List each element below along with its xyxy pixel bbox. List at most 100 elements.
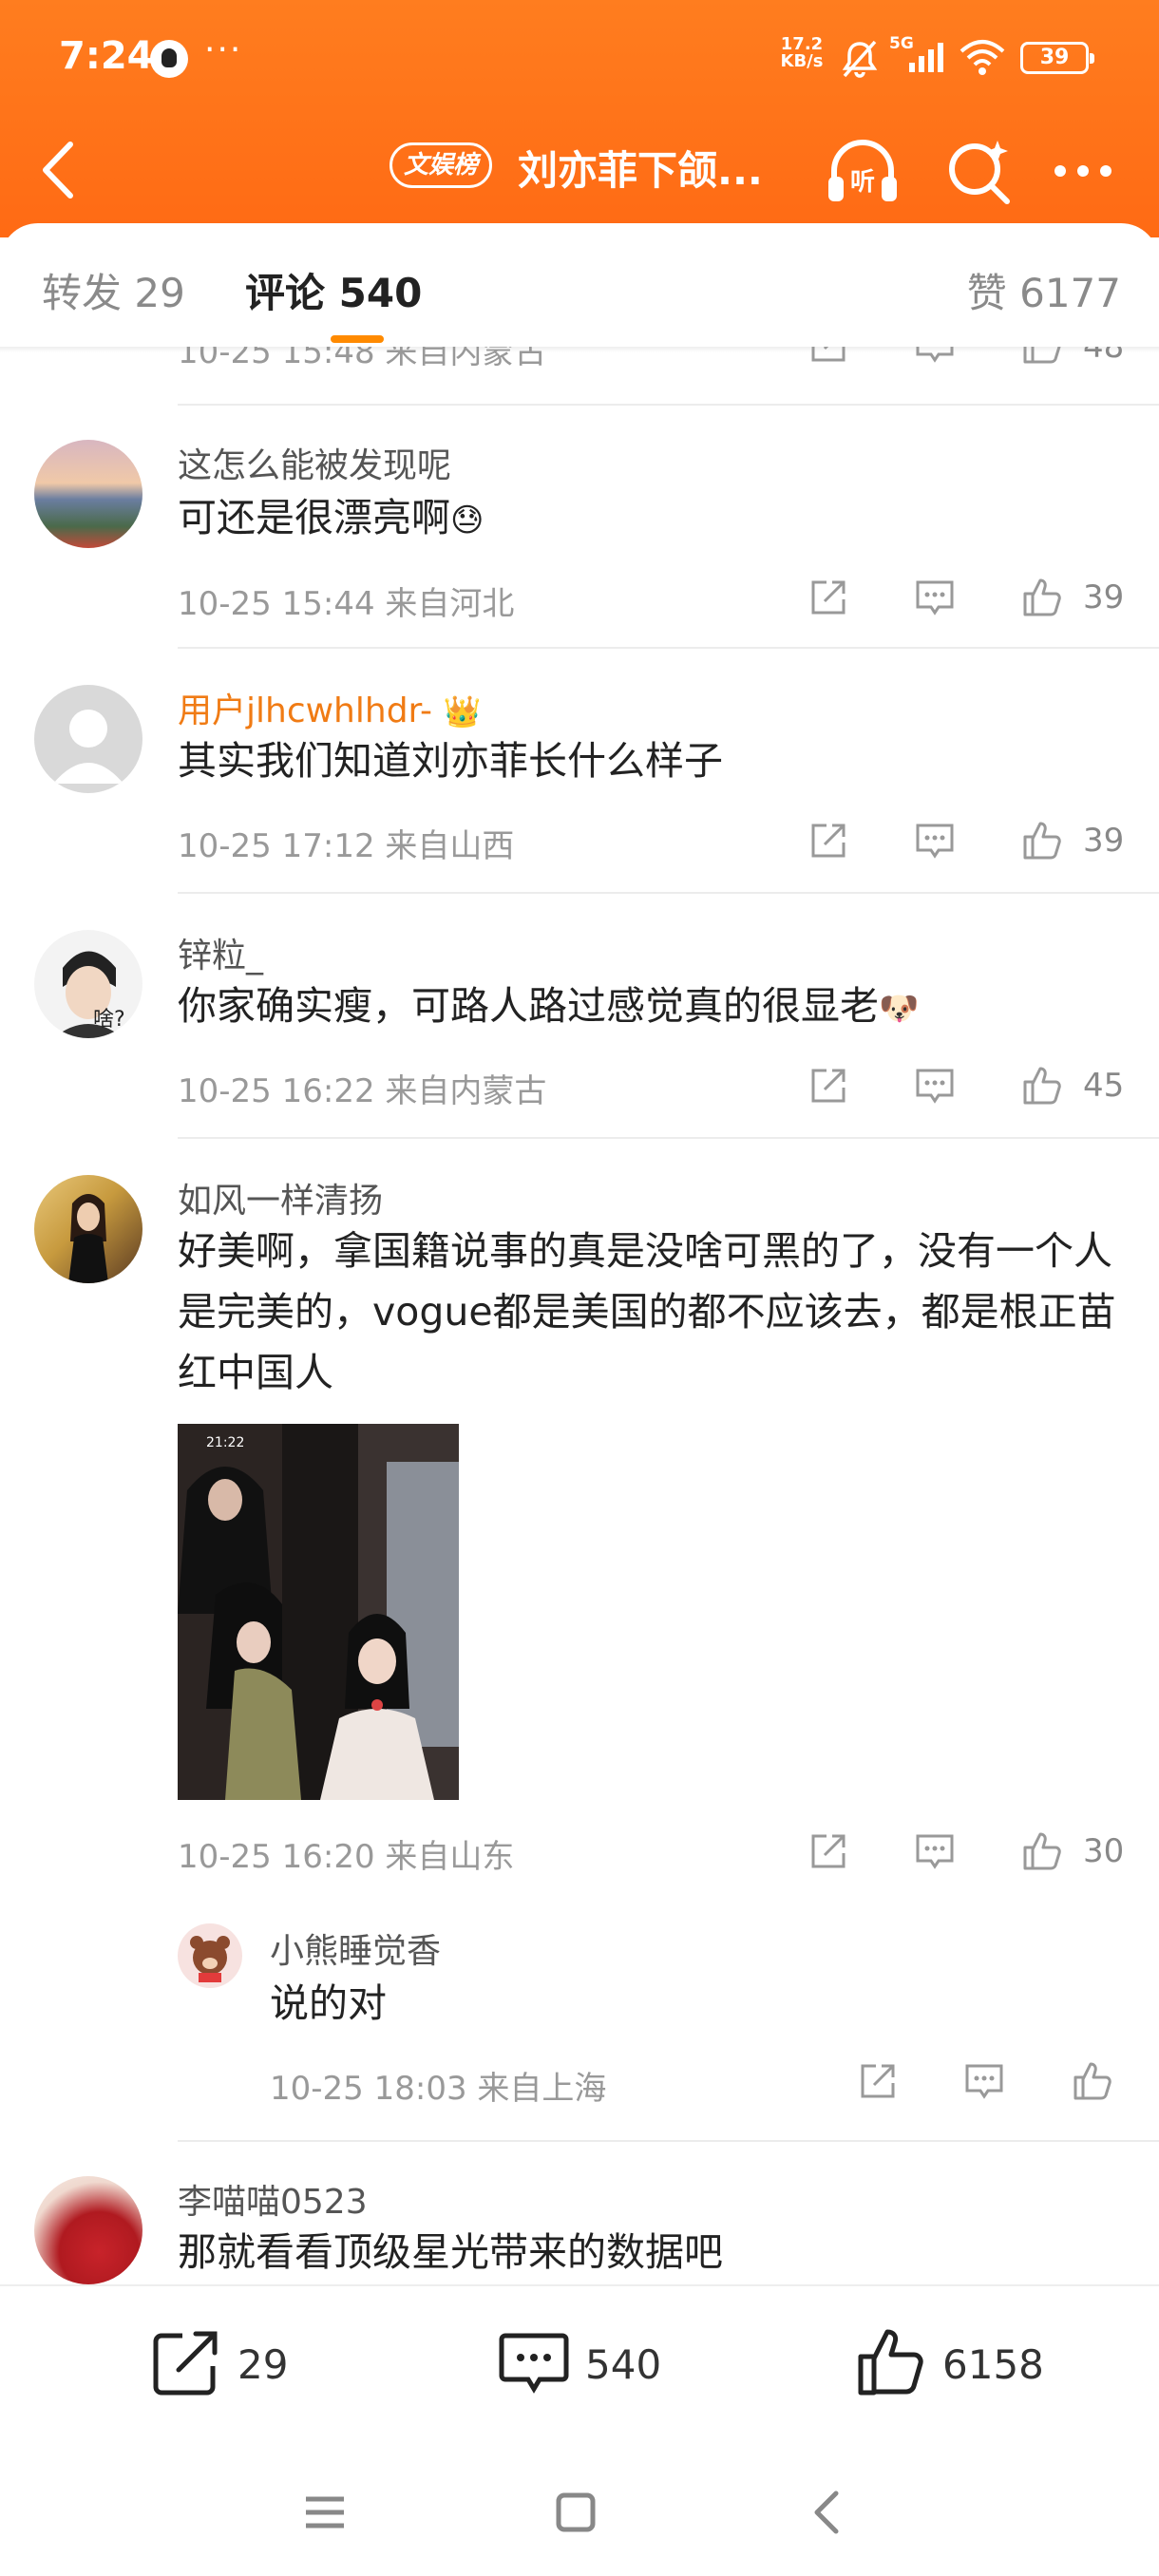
like-button[interactable]: 6158 — [853, 2324, 1081, 2410]
share-icon[interactable] — [806, 347, 851, 368]
system-nav-bar — [0, 2446, 1159, 2576]
comment-icon[interactable] — [912, 818, 958, 863]
avatar[interactable] — [34, 440, 142, 548]
like-total-count: 6158 — [942, 2341, 1044, 2388]
comment-bubble-icon — [499, 2333, 569, 2394]
comment-username[interactable]: 如风一样清扬 — [178, 1173, 383, 1222]
comment-meta: 10-25 16:22 来自内蒙古 — [178, 1072, 547, 1110]
comment-text: 好美啊，拿国籍说事的真是没啥可黑的了，没有一个人是完美的，vogue都是美国的都… — [178, 1228, 1116, 1395]
more-options-icon[interactable] — [1045, 133, 1121, 209]
comment-image[interactable]: 21:22 — [178, 1424, 459, 1800]
emoji-doge-icon: 🐶 — [879, 990, 920, 1028]
back-arrow-icon[interactable] — [36, 135, 84, 205]
tab-likes[interactable]: 赞 6177 — [967, 261, 1121, 319]
comment-username[interactable]: 用户jlhcwhlhdr- 👑 — [178, 683, 481, 732]
like-icon[interactable] — [1019, 818, 1065, 863]
divider — [178, 647, 1159, 649]
comment-username[interactable]: 锌粒_ — [178, 928, 263, 977]
status-time: 7:24 — [59, 34, 154, 78]
comment-icon[interactable] — [961, 2058, 1007, 2104]
share-icon[interactable] — [806, 1828, 851, 1874]
comment-username[interactable]: 李喵喵0523 — [178, 2174, 368, 2224]
back-icon[interactable] — [800, 2484, 857, 2541]
thumbs-up-icon — [858, 2329, 923, 2396]
image-status-time: 21:22 — [206, 1435, 245, 1450]
reply-text: 说的对 — [270, 1980, 387, 2026]
divider — [178, 1137, 1159, 1139]
avatar[interactable] — [34, 2176, 142, 2284]
top-header: 7:24 ··· 17.2 KB/s 5G 39 文娱榜 刘亦菲下颌... 听 — [0, 0, 1159, 237]
avatar[interactable]: 啥? — [34, 930, 142, 1038]
comment-list: 10-25 15:48 来自内蒙古 48 这怎么能被发现呢 可还是很漂亮啊😓 1… — [0, 347, 1159, 2284]
network-speed-unit: KB/s — [780, 51, 824, 71]
avatar-drawing — [53, 951, 124, 1038]
menu-icon[interactable] — [296, 2484, 353, 2541]
qq-notification-icon — [150, 40, 188, 78]
status-bar: 7:24 ··· 17.2 KB/s 5G 39 — [0, 0, 1159, 114]
comment-text: 你家确实瘦，可路人路过感觉真的很显老🐶 — [178, 975, 1128, 1039]
comment-icon[interactable] — [912, 347, 958, 368]
reply-avatar-drawing — [190, 1936, 230, 1982]
avatar[interactable] — [34, 1175, 142, 1283]
bottom-action-bar: 29 540 6158 — [0, 2284, 1159, 2446]
like-icon[interactable] — [1019, 347, 1065, 368]
signal-bars-icon — [909, 43, 943, 72]
default-avatar-icon — [53, 710, 124, 784]
tab-repost[interactable]: 转发 29 — [42, 261, 185, 319]
comment-image-content — [178, 1424, 459, 1800]
listen-headphone-icon[interactable]: 听 — [823, 131, 902, 211]
active-tab-indicator — [331, 335, 384, 343]
comment-text-body: 你家确实瘦，可路人路过感觉真的很显老 — [178, 983, 879, 1029]
comment-text: 其实我们知道刘亦菲长什么样子 — [178, 738, 723, 784]
comment-text: 那就看看顶级星光带来的数据吧 — [178, 2229, 723, 2275]
home-icon[interactable] — [547, 2484, 604, 2541]
comment-count: 540 — [585, 2341, 662, 2388]
mute-bell-icon — [842, 40, 878, 78]
avatar[interactable] — [34, 685, 142, 793]
comment-meta: 10-25 16:20 来自山东 — [178, 1838, 515, 1876]
comment-icon[interactable] — [912, 575, 958, 620]
like-count: 48 — [1083, 347, 1125, 366]
comment-username-text: 用户jlhcwhlhdr- — [178, 691, 433, 730]
avatar-caption: 啥? — [93, 1008, 125, 1032]
comment-username[interactable]: 这怎么能被发现呢 — [178, 438, 451, 487]
like-icon[interactable] — [1019, 575, 1065, 620]
hot-list-tag[interactable]: 文娱榜 — [390, 142, 493, 188]
share-icon[interactable] — [806, 575, 851, 620]
like-count: 39 — [1083, 822, 1125, 860]
wifi-icon — [960, 40, 1005, 75]
share-icon[interactable] — [855, 2058, 901, 2104]
like-icon[interactable] — [1070, 2058, 1115, 2104]
tab-comments[interactable]: 评论 540 — [245, 261, 422, 319]
comment-text: 可还是很漂亮啊😓 — [178, 487, 1128, 551]
comment-text-body: 可还是很漂亮啊 — [178, 495, 450, 540]
comment-meta: 10-25 17:12 来自山西 — [178, 827, 515, 865]
page-title: 刘亦菲下颌... — [518, 147, 763, 194]
repost-count: 29 — [238, 2341, 289, 2388]
like-icon[interactable] — [1019, 1063, 1065, 1108]
like-count: 45 — [1083, 1067, 1125, 1105]
comment-meta: 10-25 15:44 来自河北 — [178, 585, 515, 623]
divider — [178, 2140, 1159, 2142]
reply-meta: 10-25 18:03 来自上海 — [270, 2070, 607, 2108]
share-icon[interactable] — [806, 1063, 851, 1108]
svg-text:听: 听 — [850, 168, 875, 197]
reply-avatar[interactable] — [178, 1923, 242, 1988]
like-icon[interactable] — [1019, 1828, 1065, 1874]
comment-icon[interactable] — [912, 1063, 958, 1108]
comment-button[interactable]: 540 — [496, 2324, 705, 2410]
emoji-sweat-icon: 😓 — [450, 502, 484, 540]
tab-bar: 转发 29 评论 540 赞 6177 — [0, 223, 1159, 351]
network-speed: 17.2 KB/s — [773, 36, 830, 70]
search-icon[interactable] — [940, 133, 1016, 209]
more-notifications-icon: ··· — [204, 30, 243, 69]
battery-indicator: 39 — [1020, 42, 1094, 74]
share-icon[interactable] — [806, 818, 851, 863]
repost-button[interactable]: 29 — [148, 2324, 338, 2410]
reply-username[interactable]: 小熊睡觉香 — [270, 1923, 441, 1973]
comment-icon[interactable] — [912, 1828, 958, 1874]
divider — [178, 404, 1159, 406]
repost-icon — [153, 2331, 218, 2396]
divider — [178, 892, 1159, 894]
nav-bar: 文娱榜 刘亦菲下颌... 听 — [0, 123, 1159, 218]
